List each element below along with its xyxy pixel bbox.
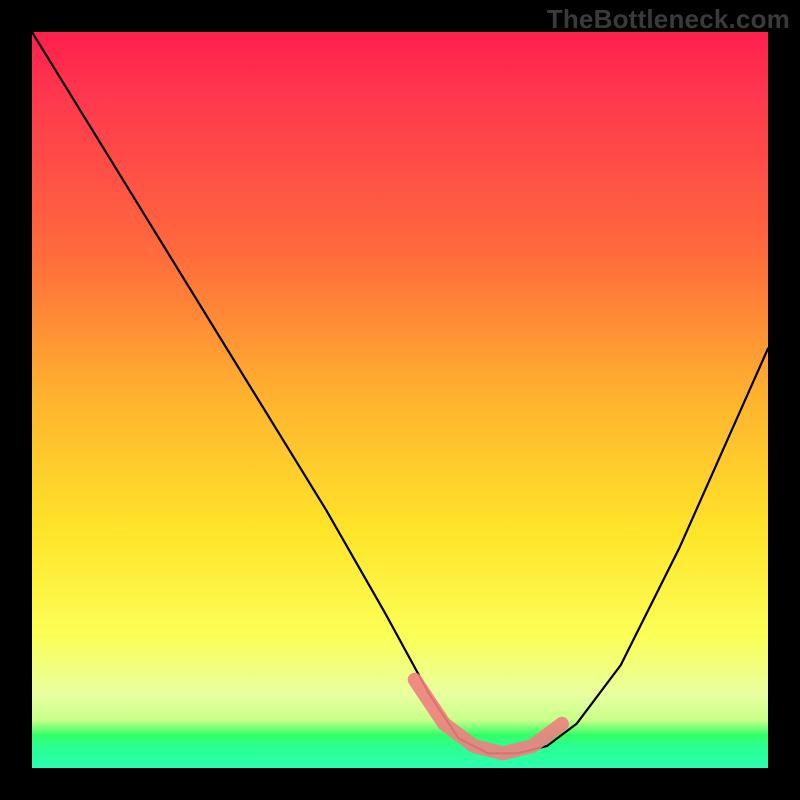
bottleneck-curve	[32, 32, 768, 753]
curve-svg	[32, 32, 768, 768]
watermark-text: TheBottleneck.com	[547, 4, 790, 35]
optimal-range-highlight	[415, 680, 562, 754]
chart-frame: TheBottleneck.com	[0, 0, 800, 800]
plot-area	[32, 32, 768, 768]
